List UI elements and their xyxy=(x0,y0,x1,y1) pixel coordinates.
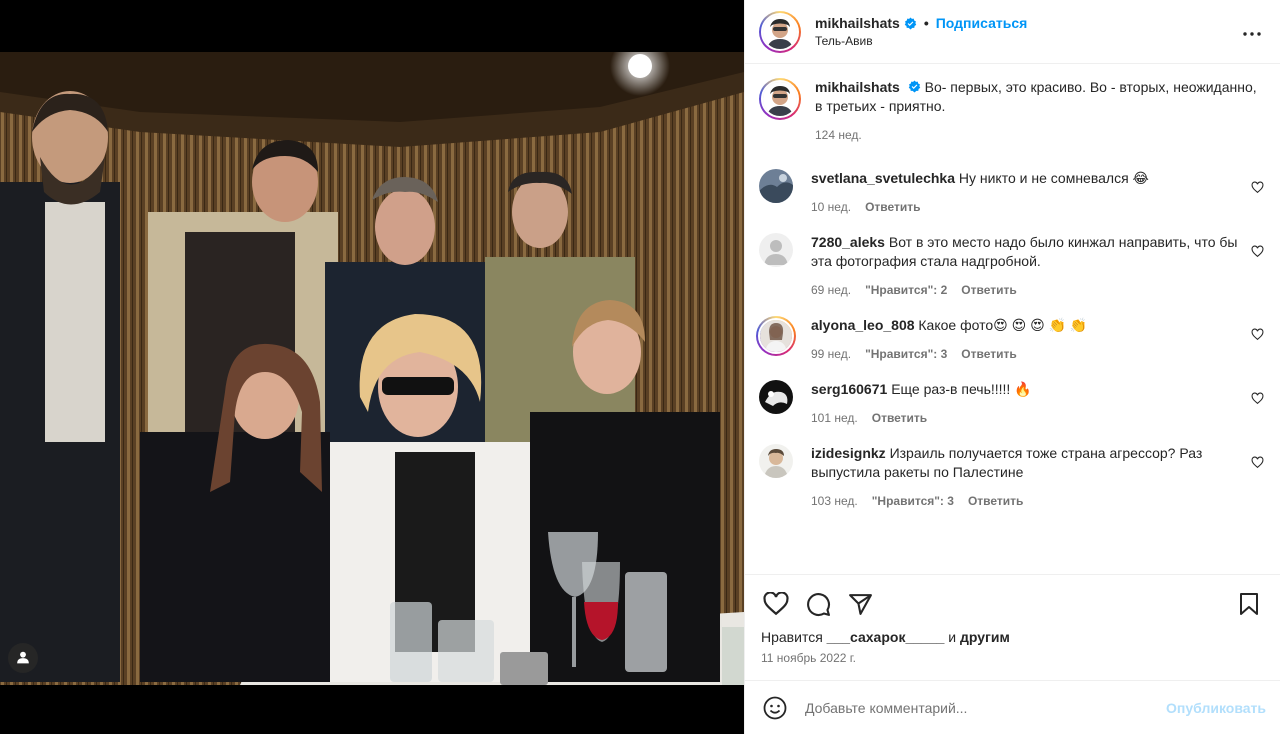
smiley-icon[interactable] xyxy=(761,694,789,722)
commenter-avatar[interactable] xyxy=(759,444,793,478)
separator-dot: • xyxy=(923,15,929,31)
comment-username[interactable]: svetlana_svetulechka xyxy=(811,170,955,186)
add-comment-bar: Опубликовать xyxy=(745,680,1280,734)
comment-like-heart-icon[interactable] xyxy=(1251,181,1264,197)
post-side-panel: mikhailshats • Подписаться Тель-Авив mik… xyxy=(744,0,1280,734)
comment-like-heart-icon[interactable] xyxy=(1251,456,1264,472)
comment-text: Еще раз-в печь!!!!! 🔥 xyxy=(891,381,1032,397)
reply-button[interactable]: Ответить xyxy=(961,283,1016,297)
comment-time[interactable]: 69 нед. xyxy=(811,283,851,297)
comment-item: serg160671 Еще раз-в печь!!!!! 🔥 101 нед… xyxy=(759,368,1264,432)
media-panel xyxy=(0,0,744,734)
commenter-avatar[interactable] xyxy=(759,169,793,203)
post-photo[interactable] xyxy=(0,52,744,685)
comment-text: Ну никто и не сомневался 😂 xyxy=(958,170,1149,186)
comment-text: Какое фото😍 😍 😍 👏 👏 xyxy=(918,317,1088,333)
comment-like-heart-icon[interactable] xyxy=(1251,328,1264,344)
author-username[interactable]: mikhailshats xyxy=(815,15,900,31)
reply-button[interactable]: Ответить xyxy=(872,411,927,425)
comment-like-heart-icon[interactable] xyxy=(1251,245,1264,261)
verified-badge-icon xyxy=(904,17,917,30)
comment-time[interactable]: 99 нед. xyxy=(811,347,851,361)
comment-username[interactable]: 7280_aleks xyxy=(811,234,885,250)
comment-time[interactable]: 10 нед. xyxy=(811,200,851,214)
comment-input[interactable] xyxy=(805,699,1167,716)
more-horizontal-icon xyxy=(1242,24,1262,40)
caption-username[interactable]: mikhailshats xyxy=(815,79,900,95)
verified-badge-icon xyxy=(908,80,921,93)
reply-button[interactable]: Ответить xyxy=(968,494,1023,508)
likes-middle: и xyxy=(948,629,957,645)
comment-likes-count[interactable]: "Нравится": 2 xyxy=(865,283,947,297)
bookmark-icon[interactable] xyxy=(1234,589,1264,619)
post-location[interactable]: Тель-Авив xyxy=(815,34,1240,48)
liked-by-user[interactable]: ___сахарок_____ xyxy=(827,629,945,645)
follow-button[interactable]: Подписаться xyxy=(936,15,1028,31)
comment-item: svetlana_svetulechka Ну никто и не сомне… xyxy=(759,157,1264,221)
user-tag-button[interactable] xyxy=(8,643,38,673)
liked-by-others[interactable]: другим xyxy=(960,629,1010,645)
comment-item: izidesignkz Израиль получается тоже стра… xyxy=(759,432,1264,515)
comment-item: 7280_aleks Вот в это место надо было кин… xyxy=(759,221,1264,304)
comment-like-heart-icon[interactable] xyxy=(1251,392,1264,408)
post-caption: mikhailshats Во- первых, это красиво. Во… xyxy=(759,78,1264,157)
author-avatar[interactable] xyxy=(759,10,801,53)
comment-time[interactable]: 101 нед. xyxy=(811,411,858,425)
caption-author-avatar[interactable] xyxy=(759,78,801,120)
comment-time[interactable]: 103 нед. xyxy=(811,494,858,508)
likes-prefix: Нравится xyxy=(761,629,823,645)
caption-time[interactable]: 124 нед. xyxy=(815,128,862,142)
reply-button[interactable]: Ответить xyxy=(961,347,1016,361)
post-dialog: mikhailshats • Подписаться Тель-Авив mik… xyxy=(0,0,1280,734)
comment-item: alyona_leo_808 Какое фото😍 😍 😍 👏 👏 99 не… xyxy=(756,304,1264,368)
comment-username[interactable]: izidesignkz xyxy=(811,445,886,461)
comment-likes-count[interactable]: "Нравится": 3 xyxy=(865,347,947,361)
likes-summary: Нравится ___сахарок_____ и другим xyxy=(761,629,1264,645)
commenter-avatar[interactable] xyxy=(756,316,796,356)
comment-username[interactable]: serg160671 xyxy=(811,381,887,397)
commenter-avatar[interactable] xyxy=(759,233,793,267)
reply-button[interactable]: Ответить xyxy=(865,200,920,214)
user-tag-icon xyxy=(16,650,30,667)
post-date[interactable]: 11 ноябрь 2022 г. xyxy=(761,651,1264,665)
publish-button[interactable]: Опубликовать xyxy=(1166,700,1266,716)
comment-likes-count[interactable]: "Нравится": 3 xyxy=(872,494,954,508)
more-options-button[interactable] xyxy=(1240,20,1264,44)
comment-username[interactable]: alyona_leo_808 xyxy=(811,317,915,333)
heart-icon[interactable] xyxy=(761,589,791,619)
paper-plane-icon[interactable] xyxy=(845,589,875,619)
commenter-avatar[interactable] xyxy=(759,380,793,414)
comment-icon[interactable] xyxy=(803,589,833,619)
comments-list[interactable]: mikhailshats Во- первых, это красиво. Во… xyxy=(745,64,1280,574)
post-header: mikhailshats • Подписаться Тель-Авив xyxy=(745,0,1280,64)
